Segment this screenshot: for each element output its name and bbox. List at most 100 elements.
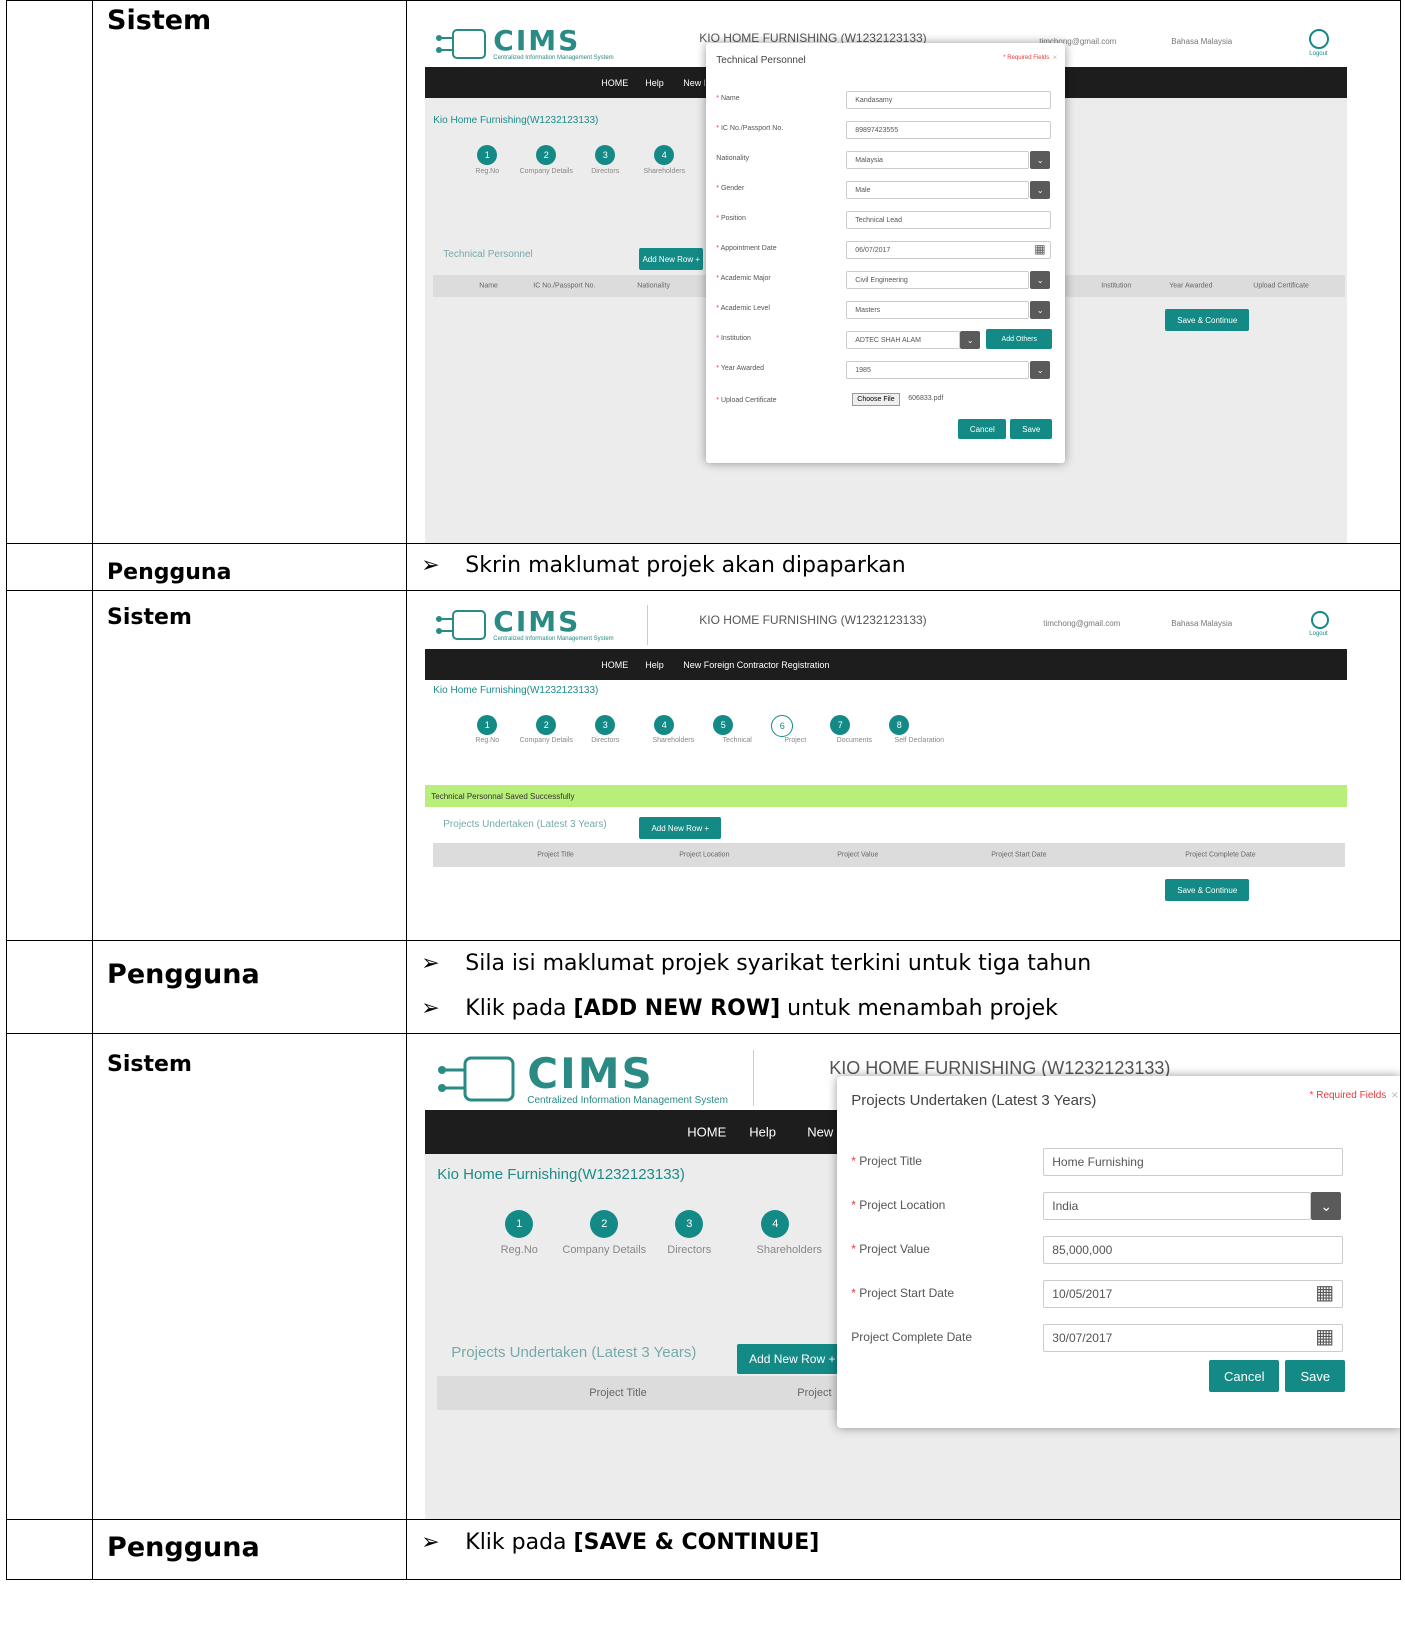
- nav-new-registration[interactable]: New Foreign Contractor Registration: [683, 660, 829, 670]
- step-1[interactable]: 1: [477, 715, 498, 735]
- step-4[interactable]: 4: [761, 1210, 790, 1238]
- project-complete-date-input[interactable]: 30/07/2017: [1043, 1324, 1344, 1352]
- field-label: Nationality: [716, 155, 749, 162]
- field-label: * Year Awarded: [716, 365, 765, 372]
- cancel-button[interactable]: Cancel: [958, 419, 1007, 439]
- table-row: Sistem CIMS Centralized Information Mana…: [5, 1033, 1401, 1520]
- logout-label[interactable]: Logout: [1309, 51, 1327, 57]
- step-4[interactable]: 4: [654, 145, 675, 165]
- content-cell: ➢ Klik pada [SAVE & CONTINUE]: [406, 1519, 1401, 1580]
- name-input[interactable]: Kandasamy: [846, 91, 1052, 109]
- table-row: Pengguna ➢ Klik pada [SAVE & CONTINUE]: [5, 1519, 1401, 1580]
- actor-cell: Sistem: [92, 0, 408, 544]
- chevron-down-icon[interactable]: ⌄: [1030, 181, 1051, 199]
- year-awarded-select[interactable]: 1985: [846, 361, 1030, 379]
- actor-cell: Pengguna: [92, 1519, 408, 1580]
- step-2[interactable]: 2: [536, 145, 557, 165]
- save-continue-button[interactable]: Save & Continue: [1165, 879, 1250, 901]
- col-project-value: Project Value: [837, 851, 879, 859]
- actor-cell: Pengguna: [92, 940, 408, 1034]
- position-input[interactable]: Technical Lead: [846, 211, 1052, 229]
- calendar-icon[interactable]: ▦: [1315, 1280, 1334, 1305]
- table-row: Sistem CIMS Centralized Information Mana…: [5, 0, 1401, 544]
- choose-file-button[interactable]: Choose File: [852, 393, 900, 406]
- top-nav: HOME Help New Foreign Contractor Registr…: [425, 649, 1348, 680]
- col-project-title: Project Title: [589, 1387, 647, 1399]
- circuit-logo-icon: [438, 1056, 515, 1102]
- actor-label: Sistem: [107, 5, 212, 36]
- ic-input[interactable]: 89897423555: [846, 121, 1052, 139]
- col-complete-date: Project Complete Date: [1185, 851, 1256, 859]
- chevron-down-icon[interactable]: ⌄: [1030, 361, 1051, 379]
- logout-icon[interactable]: [1309, 29, 1330, 49]
- table-header: Project Title Project Location Project V…: [433, 843, 1346, 867]
- step-3[interactable]: 3: [595, 145, 616, 165]
- step-3[interactable]: 3: [595, 715, 616, 735]
- project-start-date-input[interactable]: 10/05/2017: [1043, 1280, 1344, 1308]
- step-8-label: Self Declaration: [894, 737, 944, 744]
- save-button[interactable]: Save: [1285, 1360, 1346, 1392]
- step-5[interactable]: 5: [713, 715, 734, 735]
- add-new-row-button[interactable]: Add New Row +: [639, 817, 722, 839]
- step-3[interactable]: 3: [675, 1210, 704, 1238]
- logout-label[interactable]: Logout: [1309, 631, 1327, 637]
- project-title-input[interactable]: Home Furnishing: [1043, 1148, 1344, 1176]
- add-others-button[interactable]: Add Others: [986, 329, 1053, 349]
- step-2[interactable]: 2: [536, 715, 557, 735]
- nav-help[interactable]: Help: [645, 660, 664, 670]
- instruction-bullet: ➢ Sila isi maklumat projek syarikat terki…: [407, 941, 1400, 987]
- chevron-down-icon[interactable]: ⌄: [1030, 151, 1051, 169]
- step-2[interactable]: 2: [590, 1210, 619, 1238]
- arrow-bullet-icon: ➢: [421, 951, 440, 976]
- step-1[interactable]: 1: [477, 145, 498, 165]
- field-label: * Project Location: [851, 1198, 946, 1212]
- step-6-current[interactable]: 6: [771, 715, 794, 737]
- language-selector[interactable]: Bahasa Malaysia: [1171, 619, 1232, 628]
- step-3-label: Directors: [591, 737, 620, 744]
- save-continue-button[interactable]: Save & Continue: [1165, 309, 1250, 331]
- chevron-down-icon[interactable]: ⌄: [1311, 1192, 1342, 1220]
- gender-select[interactable]: Male: [846, 181, 1030, 199]
- academic-level-select[interactable]: Masters: [846, 301, 1030, 319]
- save-button[interactable]: Save: [1010, 419, 1053, 439]
- step-8[interactable]: 8: [889, 715, 910, 735]
- step-7-label: Documents: [836, 737, 872, 744]
- appointment-date-input[interactable]: 06/07/2017: [846, 241, 1052, 259]
- academic-major-select[interactable]: Civil Engineering: [846, 271, 1030, 289]
- institution-select[interactable]: ADTEC SHAH ALAM: [846, 331, 961, 349]
- nav-new-registration[interactable]: New: [807, 1125, 833, 1140]
- arrow-bullet-icon: ➢: [421, 1530, 440, 1555]
- nav-help[interactable]: Help: [645, 78, 664, 88]
- close-icon[interactable]: ×: [1053, 53, 1058, 62]
- col-start-date: Project Start Date: [991, 851, 1047, 859]
- nav-home[interactable]: HOME: [601, 78, 628, 88]
- cancel-button[interactable]: Cancel: [1209, 1360, 1280, 1392]
- nav-home[interactable]: HOME: [601, 660, 628, 670]
- logout-icon[interactable]: [1311, 611, 1330, 629]
- step-4-label: Shareholders: [643, 168, 686, 175]
- calendar-icon[interactable]: ▦: [1034, 242, 1045, 256]
- step-1[interactable]: 1: [505, 1210, 534, 1238]
- chevron-down-icon[interactable]: ⌄: [1030, 301, 1051, 319]
- account-email[interactable]: timchong@gmail.com: [1043, 619, 1120, 628]
- step-4[interactable]: 4: [654, 715, 675, 735]
- col-nationality: Nationality: [637, 282, 670, 290]
- nav-home[interactable]: HOME: [687, 1125, 726, 1140]
- calendar-icon[interactable]: ▦: [1315, 1324, 1334, 1349]
- table-row: Pengguna ➢ Sila isi maklumat projek syari…: [5, 940, 1401, 1034]
- add-new-row-button[interactable]: Add New Row +: [737, 1344, 848, 1374]
- chevron-down-icon[interactable]: ⌄: [1030, 271, 1051, 289]
- language-selector[interactable]: Bahasa Malaysia: [1171, 37, 1232, 46]
- chevron-down-icon[interactable]: ⌄: [960, 331, 981, 349]
- instruction-bullet: ➢ Klik pada [SAVE & CONTINUE]: [407, 1520, 1400, 1566]
- project-value-input[interactable]: 85,000,000: [1043, 1236, 1344, 1264]
- col-project-location: Project: [797, 1387, 832, 1399]
- nationality-select[interactable]: Malaysia: [846, 151, 1030, 169]
- step-7[interactable]: 7: [830, 715, 851, 735]
- nav-new-registration[interactable]: New Foreign Contractor Registration: [683, 78, 705, 88]
- step-number-cell: [5, 1519, 94, 1580]
- close-icon[interactable]: ×: [1391, 1088, 1398, 1102]
- add-new-row-button[interactable]: Add New Row +: [639, 248, 704, 270]
- nav-help[interactable]: Help: [749, 1125, 776, 1140]
- project-location-select[interactable]: India: [1043, 1192, 1312, 1220]
